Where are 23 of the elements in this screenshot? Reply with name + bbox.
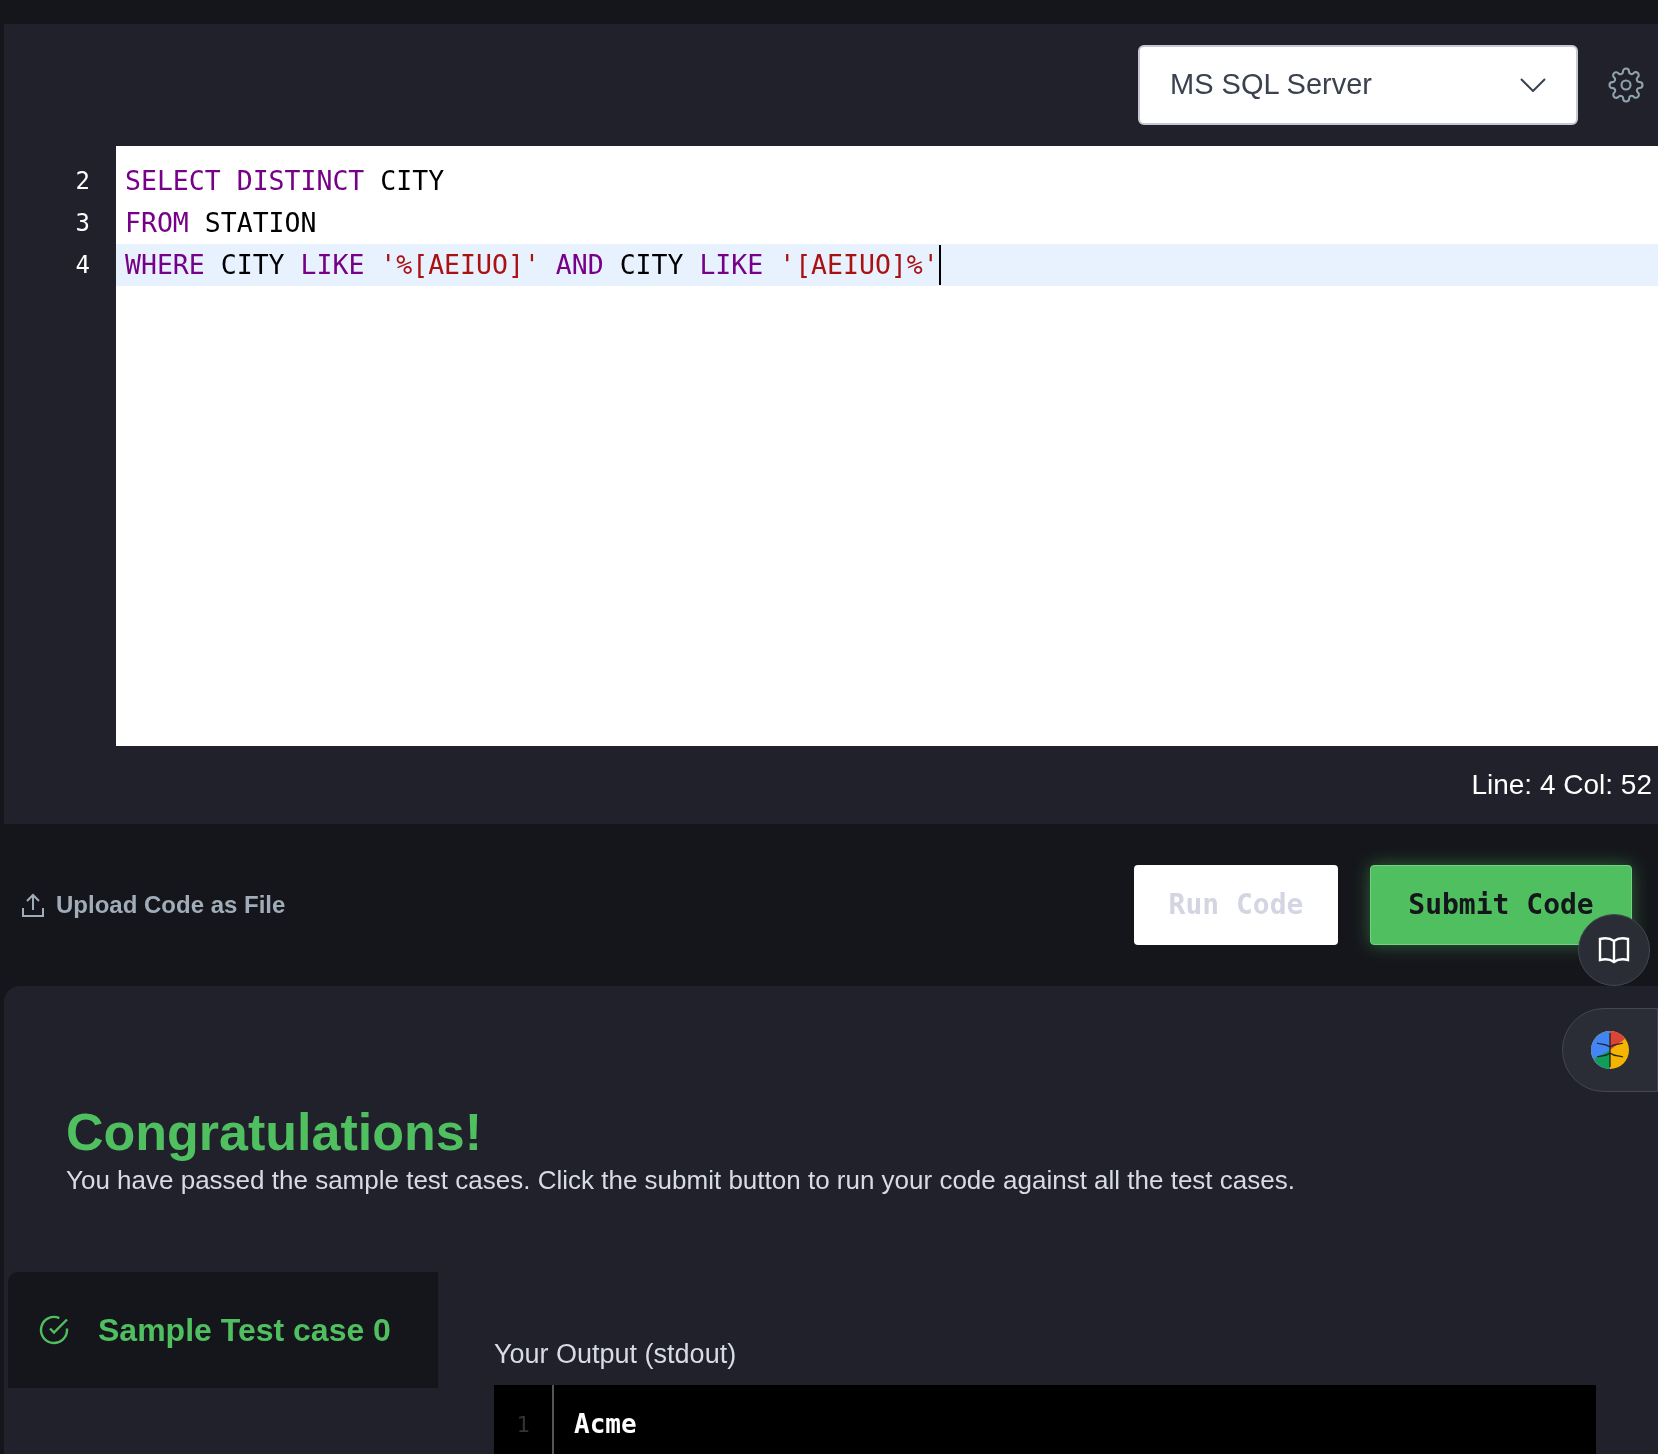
line-number: 4 [75, 251, 90, 279]
line-number: 2 [75, 167, 90, 195]
language-dropdown[interactable]: MS SQL Server [1138, 45, 1578, 125]
assistant-button[interactable] [1562, 1008, 1658, 1092]
success-message: You have passed the sample test cases. Click the submit button to run your code against all the test cases. [66, 1164, 1296, 1198]
code-line: FROM STATION [125, 206, 317, 240]
line-number: 3 [75, 209, 90, 237]
chevron-down-icon [1520, 78, 1546, 92]
success-heading: Congratulations! [66, 1104, 483, 1162]
test-case-tab[interactable]: Sample Test case 0 [8, 1272, 438, 1389]
upload-icon [22, 893, 44, 917]
cursor-position: Line: 4 Col: 52 [1471, 768, 1652, 802]
output-label: Your Output (stdout) [494, 1338, 738, 1372]
check-circle-icon [38, 1314, 70, 1347]
code-line: SELECT DISTINCT CITY [125, 164, 445, 198]
text-cursor [938, 245, 941, 285]
brain-icon [1589, 1029, 1631, 1071]
settings-icon[interactable] [1608, 67, 1644, 103]
upload-link[interactable]: Upload Code as File [22, 887, 286, 923]
code-line: WHERE CITY LIKE '%[AEIUO]' AND CITY LIKE '[AEIUO]%' [125, 248, 939, 282]
submit-code-button[interactable]: Submit Code [1370, 865, 1632, 945]
book-icon [1598, 936, 1630, 964]
output-text: Acme [574, 1408, 637, 1442]
